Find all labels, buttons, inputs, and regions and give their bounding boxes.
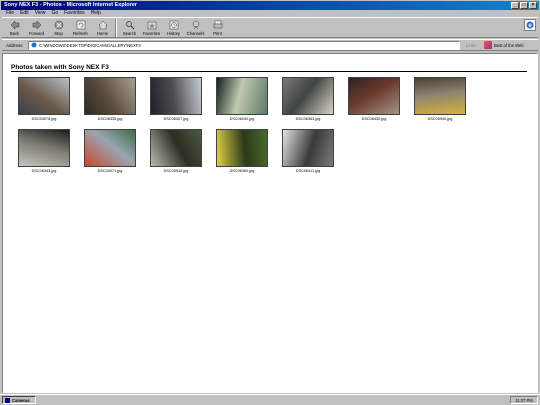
taskbar-button-cameras[interactable]: Cameras — [2, 396, 36, 404]
page-icon — [31, 42, 37, 48]
photo-caption[interactable]: DSC06411.jpg — [296, 169, 320, 173]
home-icon — [97, 20, 108, 30]
toolbar-separator — [115, 19, 117, 37]
photo-thumbnail[interactable] — [84, 129, 136, 167]
channels-button[interactable]: Channels — [186, 18, 205, 38]
history-icon — [169, 20, 179, 30]
photo-caption[interactable]: DSC04076.jpg — [32, 117, 57, 121]
stop-icon — [54, 20, 64, 30]
window-icon — [5, 397, 10, 403]
menu-bar: File Edit View Go Favorites Help — [2, 10, 101, 17]
photo-gallery: DSC04076.jpg DSC06335.jpg DSC06407.jpg DSC0… — [11, 76, 531, 180]
taskbar: Cameras 11:07 PM — [0, 394, 540, 405]
photo-thumbnail[interactable] — [150, 77, 202, 115]
photo-thumbnail[interactable] — [282, 77, 334, 115]
web-icon — [484, 41, 492, 49]
title-divider — [11, 71, 527, 72]
photo-item[interactable]: DSC06040.jpg — [209, 76, 275, 128]
page-content: Photos taken with Sony NEX F3 DSC04076.j… — [2, 53, 538, 393]
photo-caption[interactable]: DSC06335.jpg — [98, 117, 123, 121]
forward-arrow-icon — [32, 20, 42, 30]
ie-logo-icon: e — [524, 19, 536, 31]
photo-thumbnail[interactable] — [18, 129, 70, 167]
photo-item[interactable]: DSC06430.jpg — [341, 76, 407, 128]
clock: 11:07 PM — [510, 396, 538, 404]
photo-item[interactable]: DSC06343.jpg — [11, 128, 77, 180]
photo-caption[interactable]: DSC04071.jpg — [98, 169, 123, 173]
photo-item[interactable]: DSC06335.jpg — [77, 76, 143, 128]
page-title: Photos taken with Sony NEX F3 — [11, 64, 109, 71]
photo-item[interactable]: DSC05944.jpg — [143, 128, 209, 180]
title-bar: Sony NEX F3 - Photos - Microsoft Interne… — [1, 1, 539, 10]
browser-window: Sony NEX F3 - Photos - Microsoft Interne… — [0, 0, 540, 394]
menu-favorites[interactable]: Favorites — [64, 10, 85, 17]
photo-caption[interactable]: DSC05940.jpg — [428, 117, 453, 121]
minimize-button[interactable]: _ — [511, 2, 519, 9]
history-button[interactable]: History — [164, 18, 183, 38]
photo-caption[interactable]: DSC06407.jpg — [164, 117, 189, 121]
best-of-web-link[interactable]: Best of the Web — [484, 41, 524, 49]
search-icon — [125, 20, 135, 30]
back-arrow-icon — [10, 20, 20, 30]
photo-caption[interactable]: DSC05944.jpg — [164, 169, 189, 173]
photo-thumbnail[interactable] — [216, 129, 268, 167]
refresh-button[interactable]: Refresh — [71, 18, 90, 38]
address-label: Address — [6, 42, 23, 48]
photo-item[interactable]: DSC06407.jpg — [143, 76, 209, 128]
photo-item[interactable]: DSC04071.jpg — [77, 128, 143, 180]
photo-thumbnail[interactable] — [150, 129, 202, 167]
toolbar: Back Forward Stop Refresh Home Search Fa… — [2, 17, 538, 38]
photo-thumbnail[interactable] — [84, 77, 136, 115]
photo-item[interactable]: DSC04076.jpg — [11, 76, 77, 128]
print-button[interactable]: Print — [208, 18, 227, 38]
close-button[interactable]: × — [529, 2, 537, 9]
print-icon — [213, 20, 223, 30]
photo-item[interactable]: DSC06411.jpg — [275, 128, 341, 180]
menu-edit[interactable]: Edit — [20, 10, 29, 17]
maximize-button[interactable]: □ — [520, 2, 528, 9]
menu-view[interactable]: View — [35, 10, 46, 17]
stop-button[interactable]: Stop — [49, 18, 68, 38]
photo-thumbnail[interactable] — [18, 77, 70, 115]
photo-caption[interactable]: DSC06363.jpg — [296, 117, 321, 121]
channels-icon — [191, 20, 201, 30]
home-button[interactable]: Home — [93, 18, 112, 38]
photo-item[interactable]: DSC06363.jpg — [275, 76, 341, 128]
address-value: C:\WINDOWS\DESKTOP\DIGICAM\GALLERY\NEXF3 — [39, 42, 141, 48]
menu-help[interactable]: Help — [91, 10, 101, 17]
address-bar: Address C:\WINDOWS\DESKTOP\DIGICAM\GALLE… — [2, 39, 538, 51]
menu-file[interactable]: File — [6, 10, 14, 17]
photo-thumbnail[interactable] — [348, 77, 400, 115]
taskbar-label: Cameras — [12, 397, 30, 403]
address-field[interactable]: C:\WINDOWS\DESKTOP\DIGICAM\GALLERY\NEXF3 — [28, 40, 460, 50]
best-of-web-label: Best of the Web — [494, 42, 524, 48]
menu-go[interactable]: Go — [51, 10, 58, 17]
photo-item[interactable]: DSC06360.jpg — [209, 128, 275, 180]
photo-thumbnail[interactable] — [216, 77, 268, 115]
search-button[interactable]: Search — [120, 18, 139, 38]
forward-button[interactable]: Forward — [27, 18, 46, 38]
window-title: Sony NEX F3 - Photos - Microsoft Interne… — [4, 2, 137, 8]
photo-thumbnail[interactable] — [282, 129, 334, 167]
favorites-icon — [147, 20, 157, 30]
photo-caption[interactable]: DSC06430.jpg — [362, 117, 387, 121]
photo-caption[interactable]: DSC06343.jpg — [32, 169, 57, 173]
refresh-icon — [76, 20, 86, 30]
links-button[interactable]: Links — [466, 43, 480, 48]
favorites-button[interactable]: Favorites — [142, 18, 161, 38]
photo-caption[interactable]: DSC06040.jpg — [230, 117, 255, 121]
back-button[interactable]: Back — [5, 18, 24, 38]
photo-item[interactable]: DSC05940.jpg — [407, 76, 473, 128]
photo-caption[interactable]: DSC06360.jpg — [230, 169, 255, 173]
photo-thumbnail[interactable] — [414, 77, 466, 115]
